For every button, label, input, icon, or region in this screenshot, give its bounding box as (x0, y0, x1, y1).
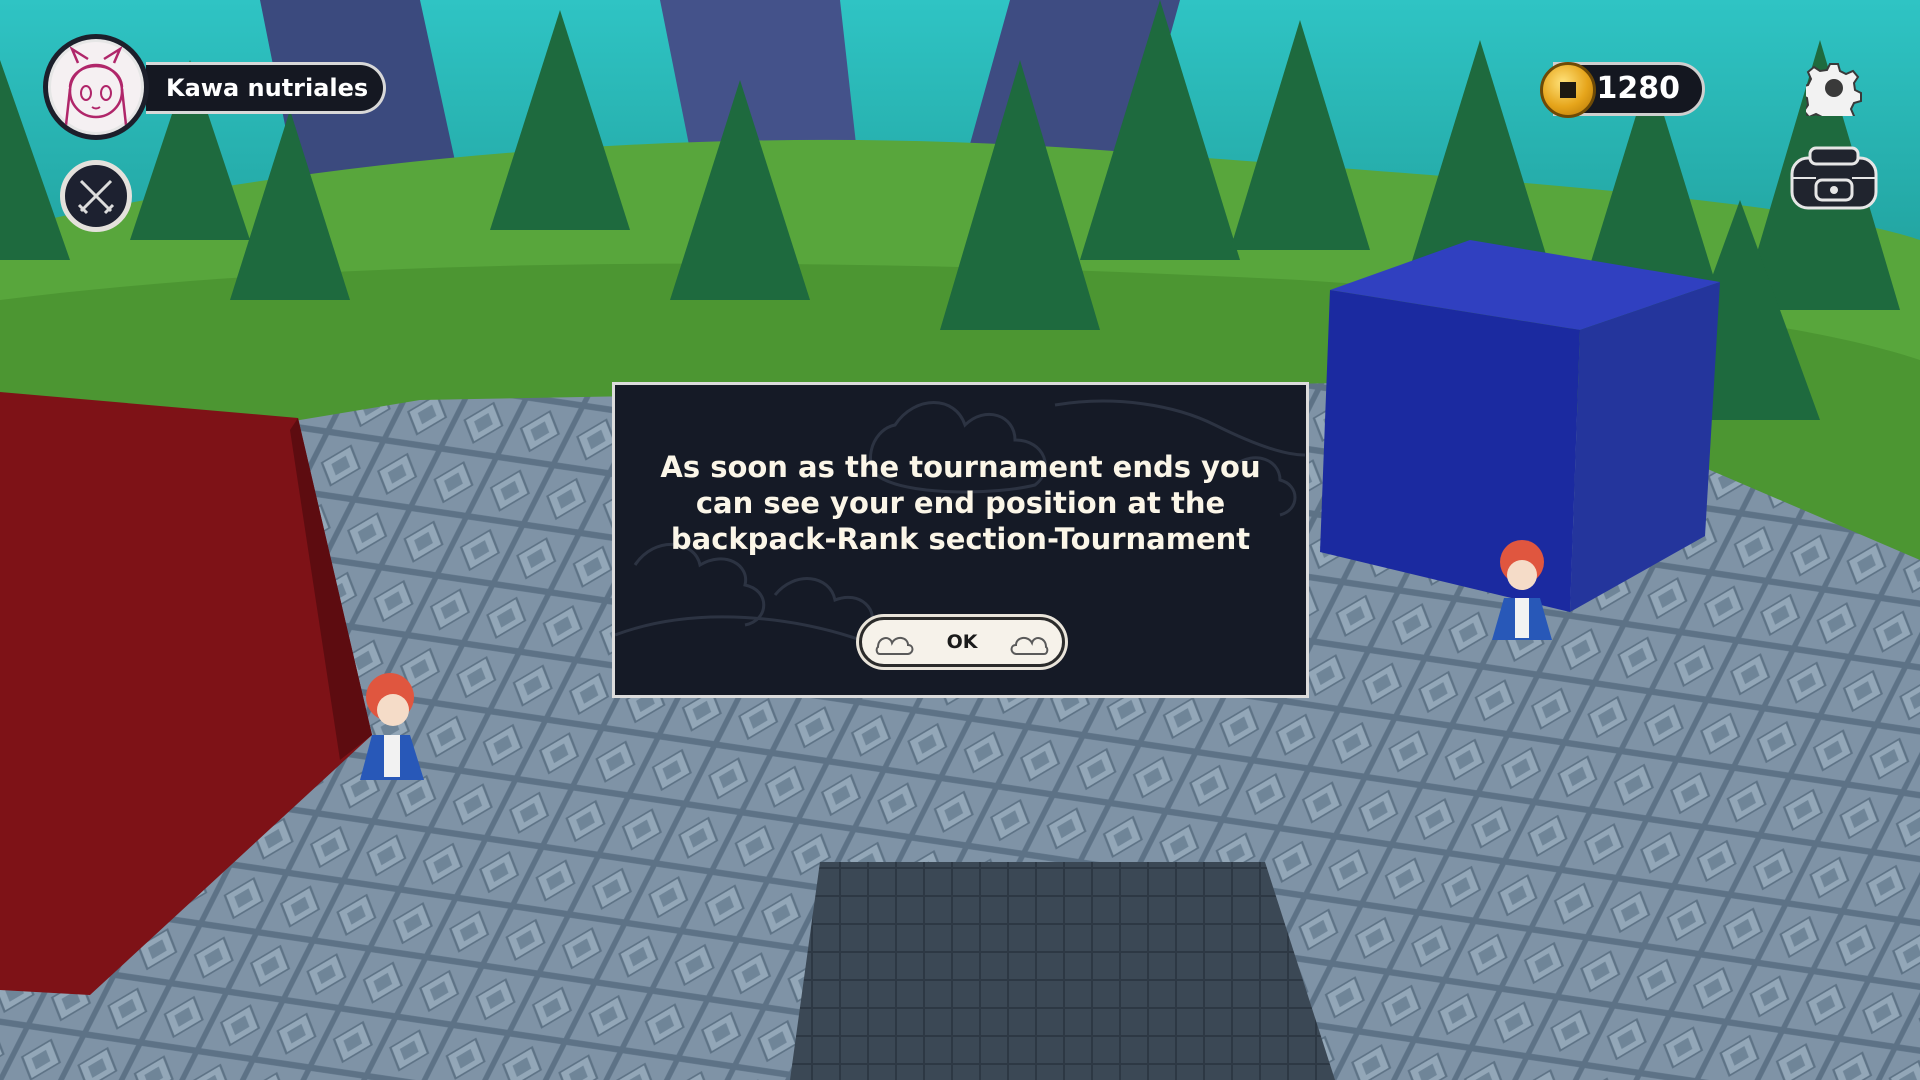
dialog-message-line-3: backpack-Rank section-Tournament (670, 522, 1251, 556)
coin-icon (1540, 62, 1596, 118)
crossed-swords-icon (77, 179, 115, 215)
battle-button[interactable] (60, 160, 132, 232)
gear-icon (1800, 63, 1862, 125)
tournament-info-dialog: As soon as the tournament ends you can s… (612, 382, 1309, 698)
ok-button-label: OK (946, 631, 978, 653)
coin-amount: 1280 (1596, 71, 1681, 106)
ok-button[interactable]: OK (859, 617, 1065, 667)
avatar-portrait-icon (64, 45, 128, 126)
dialog-message: As soon as the tournament ends you can s… (655, 449, 1266, 557)
cloud-ornament-left-icon (875, 637, 914, 655)
player-name-bar: Kawa nutriales (146, 62, 386, 114)
settings-button[interactable] (1800, 60, 1862, 125)
cloud-ornament-right-icon (1010, 637, 1049, 655)
player-name: Kawa nutriales (166, 74, 369, 102)
dialog-message-line-1: As soon as the tournament ends you (660, 450, 1261, 484)
backpack-button[interactable] (1784, 144, 1884, 216)
backpack-icon (1790, 146, 1878, 210)
dialog-message-line-2: can see your end position at the (695, 486, 1226, 520)
grid-pad (790, 862, 1335, 1080)
player-avatar[interactable] (43, 34, 149, 140)
